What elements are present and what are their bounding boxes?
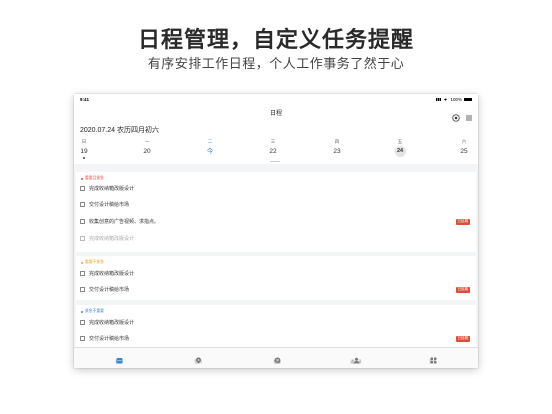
hero-subtitle: 有序安排工作日程，个人工作事务了然于心 [147,56,405,71]
day-thursday[interactable]: 四 23 [325,138,349,157]
checkbox[interactable] [80,201,85,207]
group-header: 重要不紧急 [81,260,104,265]
device-screen: 9:41 100% 日程 2020.07.24 农历四月初六 日 19 一 20 [74,94,478,368]
week-strip: 日 19 一 20 二 今 三 22 四 23 五 24 六 25 [74,138,478,160]
checkbox[interactable] [80,185,85,191]
day-saturday[interactable]: 六 25 [452,138,476,157]
nav-title: 日程 [269,111,282,117]
tab-more[interactable]: 更多 [418,351,448,365]
overdue-badge: 已延期 [455,218,470,226]
overdue-badge: 已延期 [455,335,470,343]
task-item[interactable]: 交付设计稿给市场 已延期 [80,333,472,343]
checkbox[interactable] [80,319,85,325]
group-header: 重要且紧急 [81,176,104,181]
add-circle-icon[interactable] [452,109,460,122]
week-expand-handle[interactable] [270,161,280,162]
contacts-icon [353,351,360,364]
day-tuesday-today[interactable]: 二 今 [198,138,222,157]
date-header: 2020.07.24 农历四月初六 [80,127,159,134]
day-monday[interactable]: 一 20 [135,138,159,157]
priority-dot [81,310,83,313]
hero-title: 日程管理，自定义任务提醒 [137,27,414,52]
signal-icon [436,98,442,101]
location-icon [195,351,202,364]
menu-icon[interactable] [465,109,473,121]
grid-icon [430,351,437,364]
task-item[interactable]: 交付设计稿给市场 [80,199,472,209]
group-header: 紧急不重要 [81,309,104,314]
priority-dot [81,261,83,264]
task-item[interactable]: 完成收纳箱改版设计 [80,183,472,193]
checkbox[interactable] [80,335,85,341]
event-dot [83,157,85,159]
task-item[interactable]: 交付设计稿给市场 已延期 [80,284,472,294]
calendar-icon [116,351,123,364]
battery-label: 100% [450,97,462,102]
task-list: 重要且紧急 完成收纳箱改版设计 交付设计稿给市场 收集创意的广告视频、求指点。 … [74,164,478,348]
task-item-done[interactable]: 完成收纳箱改版设计 [80,233,472,243]
task-group-important-not-urgent: 重要不紧急 完成收纳箱改版设计 交付设计稿给市场 已延期 [76,256,476,300]
tab-bar: 日程 签到 日志 通讯录 更多 [74,347,478,368]
checkbox[interactable] [80,218,85,224]
task-item[interactable]: 收集创意的广告视频、求指点。 已延期 [80,216,472,226]
status-time: 9:41 [80,97,90,102]
nav-bar: 日程 [74,104,478,122]
priority-dot [81,177,83,180]
overdue-badge: 已延期 [455,286,470,294]
tab-contacts[interactable]: 通讯录 [341,351,371,365]
tab-log[interactable]: 日志 [262,351,292,365]
day-sunday[interactable]: 日 19 [74,138,96,159]
log-icon [274,351,281,364]
battery-icon [464,98,472,101]
task-group-urgent-important: 重要且紧急 完成收纳箱改版设计 交付设计稿给市场 收集创意的广告视频、求指点。 … [76,172,476,252]
checkbox[interactable] [80,235,85,241]
checkbox[interactable] [80,270,85,276]
task-item[interactable]: 完成收纳箱改版设计 [80,317,472,327]
day-friday-selected[interactable]: 五 24 [388,138,412,157]
day-wednesday[interactable]: 三 22 [261,138,285,157]
tab-checkin[interactable]: 签到 [183,351,213,365]
wifi-icon [443,97,448,102]
status-bar: 9:41 100% [74,94,478,104]
task-group-urgent-not-important: 紧急不重要 完成收纳箱改版设计 交付设计稿给市场 已延期 [76,305,476,348]
tab-schedule[interactable]: 日程 [104,351,134,365]
checkbox[interactable] [80,286,85,292]
task-item[interactable]: 完成收纳箱改版设计 [80,268,472,278]
